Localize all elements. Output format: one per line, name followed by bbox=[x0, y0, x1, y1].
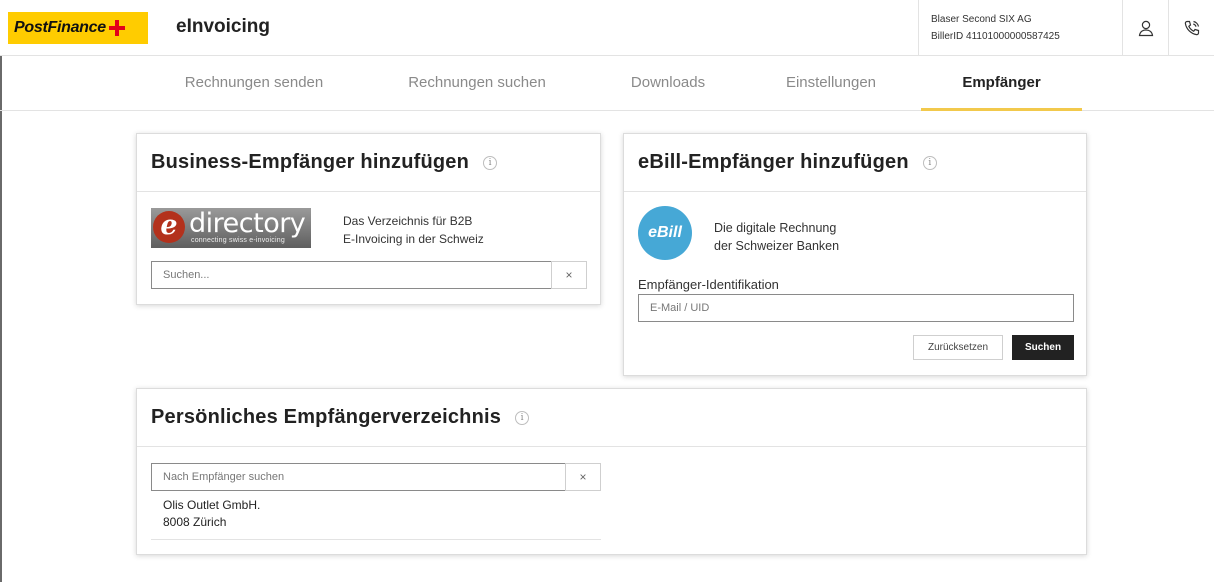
edirectory-logo-letter: e bbox=[153, 211, 185, 243]
personal-search-clear-button[interactable]: × bbox=[565, 463, 601, 491]
card-header: Persönliches Empfängerverzeichnis i bbox=[137, 389, 1086, 447]
personal-search-input[interactable]: Nach Empfänger suchen bbox=[151, 463, 567, 491]
biller-name: Blaser Second SIX AG bbox=[931, 14, 1032, 25]
card-title: eBill-Empfänger hinzufügen bbox=[638, 151, 909, 173]
brand-name: PostFinance bbox=[14, 19, 106, 36]
profile-button[interactable] bbox=[1122, 0, 1168, 56]
tab-rechnungen-suchen[interactable]: Rechnungen suchen bbox=[390, 57, 564, 111]
description-line: E-Invoicing in der Schweiz bbox=[343, 232, 484, 246]
tab-empfaenger[interactable]: Empfänger bbox=[921, 57, 1082, 111]
postfinance-logo[interactable]: PostFinance bbox=[8, 12, 148, 44]
info-icon[interactable]: i bbox=[515, 410, 530, 425]
phone-icon bbox=[1184, 20, 1199, 36]
user-icon bbox=[1138, 20, 1153, 37]
tab-einstellungen[interactable]: Einstellungen bbox=[766, 57, 896, 111]
tab-rechnungen-senden[interactable]: Rechnungen senden bbox=[166, 57, 342, 111]
business-search-input[interactable]: Suchen... bbox=[151, 261, 553, 289]
contact-button[interactable] bbox=[1168, 0, 1214, 56]
recipient-name: Olis Outlet GmbH. bbox=[163, 498, 261, 512]
personal-directory-card: Persönliches Empfängerverzeichnis i Nach… bbox=[136, 388, 1087, 555]
app-title: eInvoicing bbox=[176, 16, 270, 37]
biller-info: Blaser Second SIX AG BillerID 4110100000… bbox=[918, 0, 1122, 56]
edirectory-description: Das Verzeichnis für B2B E-Invoicing in d… bbox=[343, 212, 484, 248]
biller-id: BillerID 41101000000587425 bbox=[931, 31, 1060, 42]
card-title: Persönliches Empfängerverzeichnis bbox=[151, 406, 502, 428]
main-nav: Rechnungen senden Rechnungen suchen Down… bbox=[0, 57, 1214, 111]
info-icon[interactable]: i bbox=[922, 155, 937, 170]
swiss-cross-icon bbox=[108, 20, 125, 36]
recipient-id-label: Empfänger-Identifikation bbox=[638, 277, 779, 292]
app-header: PostFinance eInvoicing Blaser Second SIX… bbox=[0, 0, 1214, 56]
edirectory-logo: e directory connecting swiss e-invoicing bbox=[151, 208, 311, 248]
ebill-description: Die digitale Rechnung der Schweizer Bank… bbox=[714, 219, 839, 255]
edirectory-logo-tagline: connecting swiss e-invoicing bbox=[191, 237, 285, 244]
business-recipient-card: Business-Empfänger hinzufügen i e direct… bbox=[136, 133, 601, 305]
card-header: Business-Empfänger hinzufügen i bbox=[137, 134, 600, 192]
description-line: Die digitale Rechnung bbox=[714, 221, 837, 235]
business-search-clear-button[interactable]: × bbox=[551, 261, 587, 289]
list-item[interactable]: Olis Outlet GmbH. 8008 Zürich bbox=[163, 497, 260, 531]
card-header: eBill-Empfänger hinzufügen i bbox=[624, 134, 1086, 192]
reset-button[interactable]: Zurücksetzen bbox=[913, 335, 1003, 360]
ebill-logo: eBill bbox=[638, 206, 692, 260]
description-line: der Schweizer Banken bbox=[714, 239, 840, 253]
ebill-recipient-card: eBill-Empfänger hinzufügen i eBill Die d… bbox=[623, 133, 1087, 376]
recipient-address: 8008 Zürich bbox=[163, 515, 227, 529]
edirectory-logo-word: directory bbox=[189, 208, 306, 239]
list-divider bbox=[151, 539, 601, 540]
tab-downloads[interactable]: Downloads bbox=[610, 57, 726, 111]
search-button[interactable]: Suchen bbox=[1012, 335, 1074, 360]
description-line: Das Verzeichnis für B2B bbox=[343, 214, 473, 228]
card-title: Business-Empfänger hinzufügen bbox=[151, 151, 470, 173]
recipient-id-input[interactable]: E-Mail / UID bbox=[638, 294, 1074, 322]
info-icon[interactable]: i bbox=[483, 155, 498, 170]
